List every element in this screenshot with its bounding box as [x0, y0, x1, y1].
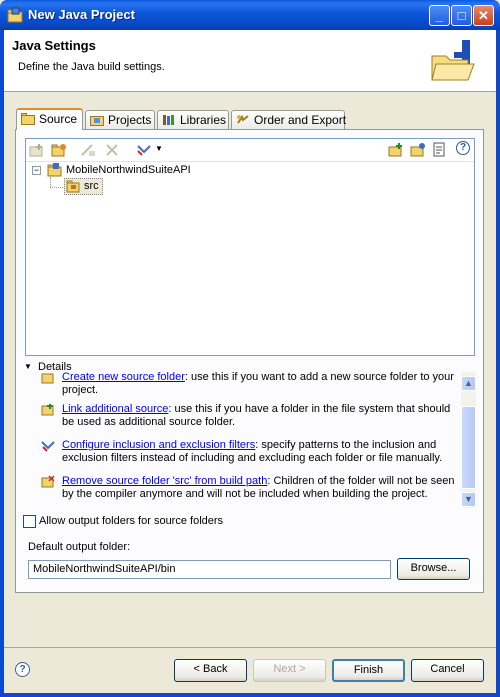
detail-link-source: Link additional source: use this if you … [41, 403, 463, 429]
project-folder-icon [47, 163, 62, 177]
detail-remove-source: Remove source folder 'src' from build pa… [41, 475, 463, 501]
collapse-toggle[interactable]: − [32, 166, 41, 175]
tab-libraries[interactable]: Libraries [157, 110, 229, 129]
finish-button[interactable]: Finish [332, 659, 405, 682]
window-frame-right [496, 30, 500, 697]
chevron-up-icon: ▲ [464, 378, 473, 388]
help-icon[interactable]: ? [15, 662, 30, 677]
properties-icon[interactable] [432, 142, 448, 158]
cancel-button[interactable]: Cancel [411, 659, 484, 682]
page-description: Define the Java build settings. [18, 61, 165, 73]
detail-filters: Configure inclusion and exclusion filter… [41, 439, 463, 465]
browse-button[interactable]: Browse... [397, 558, 470, 580]
maximize-button[interactable]: □ [451, 5, 472, 26]
add-folder-disabled-icon [29, 144, 43, 157]
wizard-header: Java Settings Define the Java build sett… [4, 30, 496, 92]
maximize-icon: □ [457, 8, 466, 23]
next-button[interactable]: Next > [253, 659, 326, 682]
allow-output-label[interactable]: Allow output folders for source folders [39, 515, 223, 527]
link-source-icon[interactable] [51, 142, 67, 158]
scroll-up-button[interactable]: ▲ [461, 376, 476, 391]
libraries-icon [163, 115, 174, 125]
chevron-down-icon[interactable]: ▼ [155, 144, 163, 153]
close-button[interactable]: ✕ [473, 5, 494, 26]
remove-source-link[interactable]: Remove source folder 'src' from build pa… [62, 475, 267, 487]
allow-output-checkbox[interactable] [23, 515, 36, 528]
new-folder-icon[interactable] [410, 142, 426, 158]
link-source-detail-icon [41, 404, 54, 416]
folder-wizard-icon [431, 40, 475, 81]
edit-disabled-icon [81, 144, 95, 156]
remove-disabled-icon [106, 144, 118, 156]
filter-icon [41, 441, 55, 452]
source-folder-icon [21, 113, 35, 125]
window-frame-left [0, 30, 4, 697]
window-frame-bottom [0, 693, 500, 697]
close-icon: ✕ [478, 8, 489, 23]
page-title: Java Settings [12, 38, 96, 53]
back-button[interactable]: < Back [174, 659, 247, 682]
configure-filters-link[interactable]: Configure inclusion and exclusion filter… [62, 439, 255, 451]
filter-dropdown-icon[interactable] [136, 142, 152, 158]
window-title: New Java Project [28, 7, 135, 22]
scroll-thumb[interactable] [461, 406, 476, 489]
package-folder-icon [66, 180, 80, 193]
chevron-down-icon: ▼ [464, 494, 473, 504]
create-folder-link[interactable]: Create new source folder [62, 372, 185, 383]
create-folder-icon [41, 373, 54, 384]
tab-order-and-export[interactable]: Order and Export [231, 110, 346, 129]
link-source-link[interactable]: Link additional source [62, 403, 168, 415]
order-export-icon [237, 114, 249, 124]
default-output-field[interactable]: MobileNorthwindSuiteAPI/bin [28, 560, 391, 579]
details-collapse-icon[interactable]: ▼ [24, 362, 32, 371]
src-node[interactable]: src [64, 178, 103, 195]
project-node-label[interactable]: MobileNorthwindSuiteAPI [66, 164, 191, 176]
default-output-label: Default output folder: [28, 541, 131, 553]
tree-line [50, 187, 65, 189]
help-tree-icon[interactable]: ? [456, 141, 470, 155]
minimize-icon: _ [435, 8, 444, 23]
src-node-label: src [84, 180, 99, 192]
tree-line [50, 177, 52, 187]
detail-create-folder: Create new source folder: use this if yo… [41, 372, 463, 397]
tab-source[interactable]: Source [16, 108, 83, 130]
details-panel: Create new source folder: use this if yo… [33, 372, 475, 508]
minimize-button[interactable]: _ [429, 5, 450, 26]
scroll-down-button[interactable]: ▼ [461, 492, 476, 507]
tab-projects[interactable]: Projects [85, 110, 155, 129]
java-project-icon [7, 7, 23, 23]
add-source-folder-icon[interactable] [388, 142, 404, 158]
projects-icon [90, 116, 104, 126]
button-separator [4, 647, 496, 648]
remove-folder-icon [41, 475, 55, 488]
